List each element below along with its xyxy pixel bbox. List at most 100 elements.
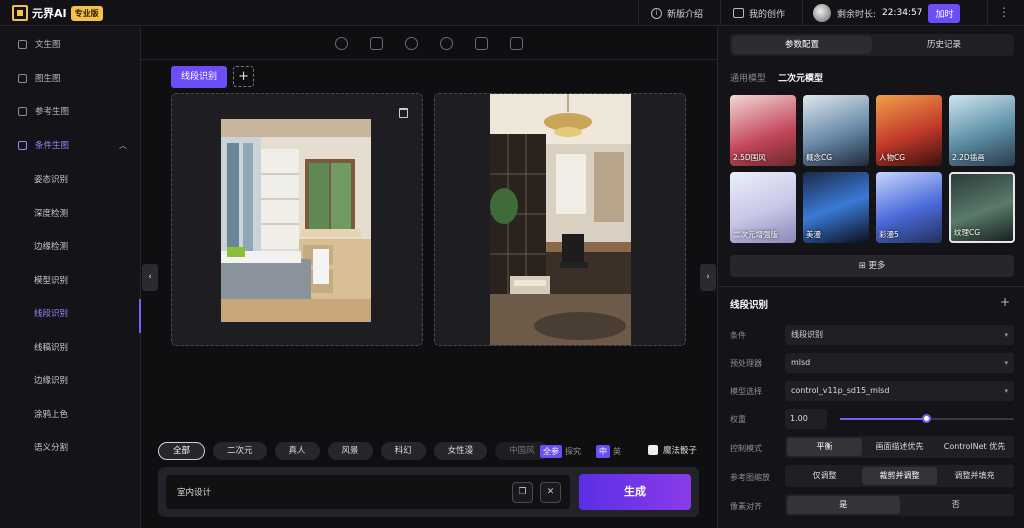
- sub-item-label: 涂鸦上色: [34, 410, 69, 420]
- style-chips: 全部 二次元 真人 风景 科幻 女性漫 中国风: [158, 442, 549, 460]
- weight-slider[interactable]: [840, 414, 1014, 423]
- download-icon[interactable]: [510, 36, 523, 50]
- sidebar-sub-model[interactable]: 模型识别: [0, 266, 141, 294]
- tab-general-models[interactable]: 通用模型: [730, 71, 766, 84]
- tab-history[interactable]: 历史记录: [874, 34, 1014, 56]
- result-image-panel[interactable]: [434, 93, 686, 346]
- model-card[interactable]: 人物CG: [876, 95, 942, 166]
- weight-label: 权重: [730, 415, 746, 424]
- tab-anime-models[interactable]: 二次元模型: [778, 71, 823, 84]
- prompt-input[interactable]: [166, 475, 570, 509]
- pixel-align-no[interactable]: 否: [900, 496, 1013, 514]
- sidebar-sub-lineart[interactable]: 线稿识别: [0, 333, 141, 361]
- sub-item-label: 深度检测: [34, 209, 69, 219]
- weight-input[interactable]: 1.00: [785, 409, 827, 429]
- hand-icon[interactable]: [440, 36, 453, 50]
- model-card[interactable]: 美漫: [803, 172, 869, 243]
- brand-name: 元界AI: [32, 7, 67, 20]
- more-label: 更多: [868, 261, 886, 271]
- more-vertical-icon[interactable]: ⋮: [998, 6, 1010, 18]
- text-image-icon: [18, 39, 27, 49]
- sub-item-label: 模型识别: [34, 276, 69, 286]
- model-label: 彩漫5: [879, 230, 899, 239]
- nodes-icon: [18, 140, 27, 150]
- sidebar-sub-scribble[interactable]: 涂鸦上色: [0, 400, 141, 428]
- sidebar-item-reference[interactable]: 参考生图: [0, 97, 141, 125]
- image-icon: [733, 8, 744, 18]
- collapse-right-button[interactable]: ›: [700, 264, 716, 291]
- resize-fill[interactable]: 调整并填充: [937, 467, 1012, 485]
- model-card[interactable]: 彩漫5: [876, 172, 942, 243]
- chip-landscape[interactable]: 风景: [327, 442, 373, 460]
- slider-handle[interactable]: [922, 414, 931, 423]
- chevron-down-icon: ▾: [1004, 387, 1008, 395]
- model-card-selected[interactable]: 纹理CG: [949, 172, 1015, 243]
- copy-button[interactable]: ❐: [512, 482, 533, 503]
- chip-female-comic[interactable]: 女性漫: [433, 442, 488, 460]
- add-tab-button[interactable]: +: [233, 66, 255, 87]
- model-value: control_v11p_sd15_mlsd: [791, 386, 890, 395]
- model-card[interactable]: 2.5D国风: [730, 95, 796, 166]
- sidebar-sub-edge-detect[interactable]: 边缘检测: [0, 232, 141, 260]
- chip-all[interactable]: 全部: [158, 442, 206, 460]
- chip-anime[interactable]: 二次元: [213, 442, 267, 460]
- preprocessor-select[interactable]: mlsd ▾: [785, 353, 1014, 373]
- sidebar-sub-pose[interactable]: 姿态识别: [0, 165, 141, 193]
- sub-item-label: 线稿识别: [34, 343, 69, 353]
- pixel-align-yes[interactable]: 是: [787, 496, 900, 514]
- chevron-up-icon: ︿: [119, 140, 127, 150]
- model-card[interactable]: 概念CG: [803, 95, 869, 166]
- add-time-button[interactable]: 加时: [928, 3, 961, 23]
- sidebar-item-label: 参考生图: [35, 107, 70, 117]
- avatar[interactable]: [813, 4, 831, 22]
- sidebar-item-text-to-image[interactable]: 文生图: [0, 30, 141, 58]
- model-card[interactable]: 二次元增强版: [730, 172, 796, 243]
- model-select[interactable]: control_v11p_sd15_mlsd ▾: [785, 381, 1014, 401]
- generate-button[interactable]: 生成: [579, 474, 691, 510]
- model-card[interactable]: 2.2D插画: [949, 95, 1015, 166]
- sidebar-sub-edge-recognize[interactable]: 边缘识别: [0, 366, 141, 394]
- control-mode-prompt-first[interactable]: 画面描述优先: [862, 438, 937, 456]
- input-image-panel[interactable]: [171, 93, 423, 346]
- resize-crop-resize[interactable]: 裁剪并调整: [862, 467, 937, 485]
- model-label: 纹理CG: [954, 228, 981, 237]
- fullscreen-icon[interactable]: [475, 36, 488, 50]
- chip-real[interactable]: 真人: [274, 442, 320, 460]
- edition-badge: 专业版: [70, 5, 103, 21]
- clear-button[interactable]: ✕: [540, 482, 561, 503]
- close-icon: ✕: [546, 487, 555, 497]
- crop-icon[interactable]: [370, 36, 383, 50]
- sidebar-sub-depth[interactable]: 深度检测: [0, 199, 141, 227]
- param-toggle[interactable]: 全参 探究: [540, 445, 581, 458]
- magic-dice-button[interactable]: 魔法骰子: [648, 444, 697, 456]
- chip-scifi[interactable]: 科幻: [380, 442, 426, 460]
- condition-select[interactable]: 线段识别 ▾: [785, 325, 1014, 345]
- trash-icon[interactable]: [399, 108, 408, 118]
- slider-fill: [840, 418, 927, 420]
- more-models-button[interactable]: ⊞ 更多: [730, 255, 1014, 277]
- my-creations-link[interactable]: 我的创作: [720, 0, 802, 26]
- sidebar-sub-mlsd[interactable]: 线段识别: [0, 299, 141, 333]
- palette-icon[interactable]: [335, 36, 348, 50]
- face-icon[interactable]: [405, 36, 418, 50]
- collapse-left-button[interactable]: ‹: [142, 264, 158, 291]
- language-toggle[interactable]: 中 英: [596, 445, 621, 458]
- sidebar-item-label: 文生图: [35, 40, 61, 50]
- model-select-label: 模型选择: [730, 387, 762, 396]
- brand-logo[interactable]: 元界AI 专业版: [12, 4, 103, 22]
- add-section-button[interactable]: +: [1000, 295, 1010, 309]
- sub-item-label: 边缘检测: [34, 242, 69, 252]
- image-icon: [18, 73, 27, 83]
- whats-new-link[interactable]: i 新版介绍: [638, 0, 720, 26]
- control-mode-controlnet-first[interactable]: ControlNet 优先: [937, 438, 1012, 456]
- sidebar-item-conditional[interactable]: 条件生图 ︿: [0, 131, 141, 159]
- control-mode-balanced[interactable]: 平衡: [787, 438, 862, 456]
- resize-mode-segmented: 仅调整 裁剪并调整 调整并填充: [785, 465, 1014, 487]
- sidebar-item-label: 条件生图: [35, 141, 70, 151]
- tab-params[interactable]: 参数配置: [732, 36, 872, 54]
- prompt-bar: ❐ ✕ 生成: [158, 467, 699, 517]
- sidebar-item-image-to-image[interactable]: 图生图: [0, 64, 141, 92]
- resize-just-resize[interactable]: 仅调整: [787, 467, 862, 485]
- sidebar-sub-segmentation[interactable]: 语义分割: [0, 433, 141, 461]
- tab-mlsd[interactable]: 线段识别: [171, 66, 228, 88]
